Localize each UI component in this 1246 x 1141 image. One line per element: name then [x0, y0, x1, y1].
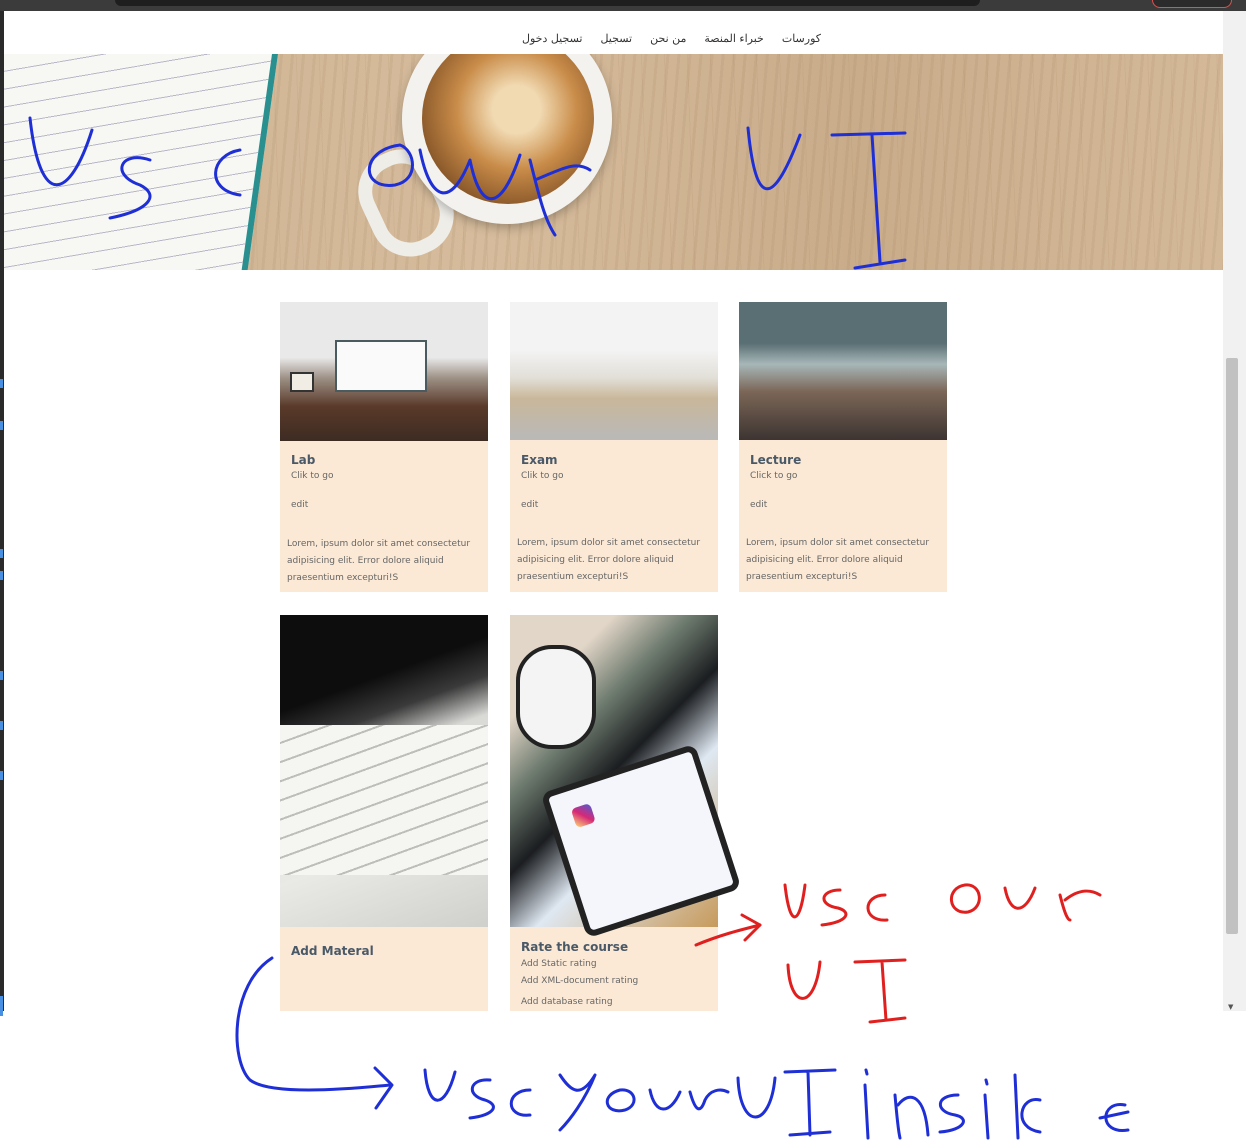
phone-image	[510, 615, 742, 939]
top-navbar: تسجيل دخول تسجيل من نحن خبراء المنصة كور…	[4, 11, 1223, 55]
nav-link-about[interactable]: من نحن	[650, 32, 686, 45]
card-title: Rate the course	[521, 940, 629, 954]
browser-top-bar	[0, 0, 1246, 11]
card-description: Lorem, ipsum dolor sit amet consectetur …	[746, 538, 930, 582]
card-exam[interactable]: Exam Clik to go edit Lorem, ipsum dolor …	[510, 302, 718, 592]
annotation-use-our-ui-red	[694, 883, 1102, 1024]
card-description: Lorem, ipsum dolor sit amet consectetur …	[517, 538, 701, 582]
card-lab[interactable]: Lab Clik to go edit Lorem, ipsum dolor s…	[280, 302, 488, 592]
browser-action-button[interactable]	[1152, 0, 1232, 8]
add-static-rating-link[interactable]: Add Static rating	[521, 959, 597, 969]
nav-link-courses[interactable]: كورسات	[782, 32, 821, 45]
card-edit-link[interactable]: edit	[750, 500, 767, 510]
nav-link-register[interactable]: تسجيل	[600, 32, 632, 45]
nav-links: تسجيل دخول تسجيل من نحن خبراء المنصة كور…	[522, 32, 821, 45]
card-edit-link[interactable]: edit	[521, 500, 538, 510]
card-title: Lecture	[750, 453, 802, 467]
card-link[interactable]: Click to go	[750, 471, 797, 481]
card-title: Lab	[291, 453, 316, 467]
nav-link-experts[interactable]: خبراء المنصة	[704, 32, 763, 45]
card-edit-link[interactable]: edit	[291, 500, 308, 510]
card-title: Exam	[521, 453, 558, 467]
add-database-rating-link[interactable]: Add database rating	[521, 997, 613, 1007]
nav-link-login[interactable]: تسجيل دخول	[522, 32, 583, 45]
lab-image	[280, 302, 488, 441]
keyboard-image	[280, 615, 488, 927]
card-link[interactable]: Clik to go	[291, 471, 333, 481]
address-bar[interactable]	[115, 0, 980, 6]
card-link[interactable]: Clik to go	[521, 471, 563, 481]
card-description: Lorem, ipsum dolor sit amet consectetur …	[287, 539, 471, 583]
scrollbar-thumb[interactable]	[1226, 358, 1238, 934]
notebook-image	[4, 54, 278, 270]
card-title: Add Materal	[291, 944, 374, 958]
add-xml-rating-link[interactable]: Add XML-document rating	[521, 976, 638, 986]
scroll-down-arrow-icon[interactable]: ▼	[1228, 1003, 1233, 1011]
exam-image	[510, 302, 718, 440]
card-lecture[interactable]: Lecture Click to go edit Lorem, ipsum do…	[739, 302, 947, 592]
lecture-image	[739, 302, 947, 440]
annotation-use-your-ui-inside	[423, 1068, 1130, 1140]
card-add-material[interactable]: Add Materal	[280, 615, 488, 1011]
hero-banner-image	[4, 54, 1223, 270]
card-rate-course[interactable]: Rate the course Add Static rating Add XM…	[510, 615, 742, 1011]
